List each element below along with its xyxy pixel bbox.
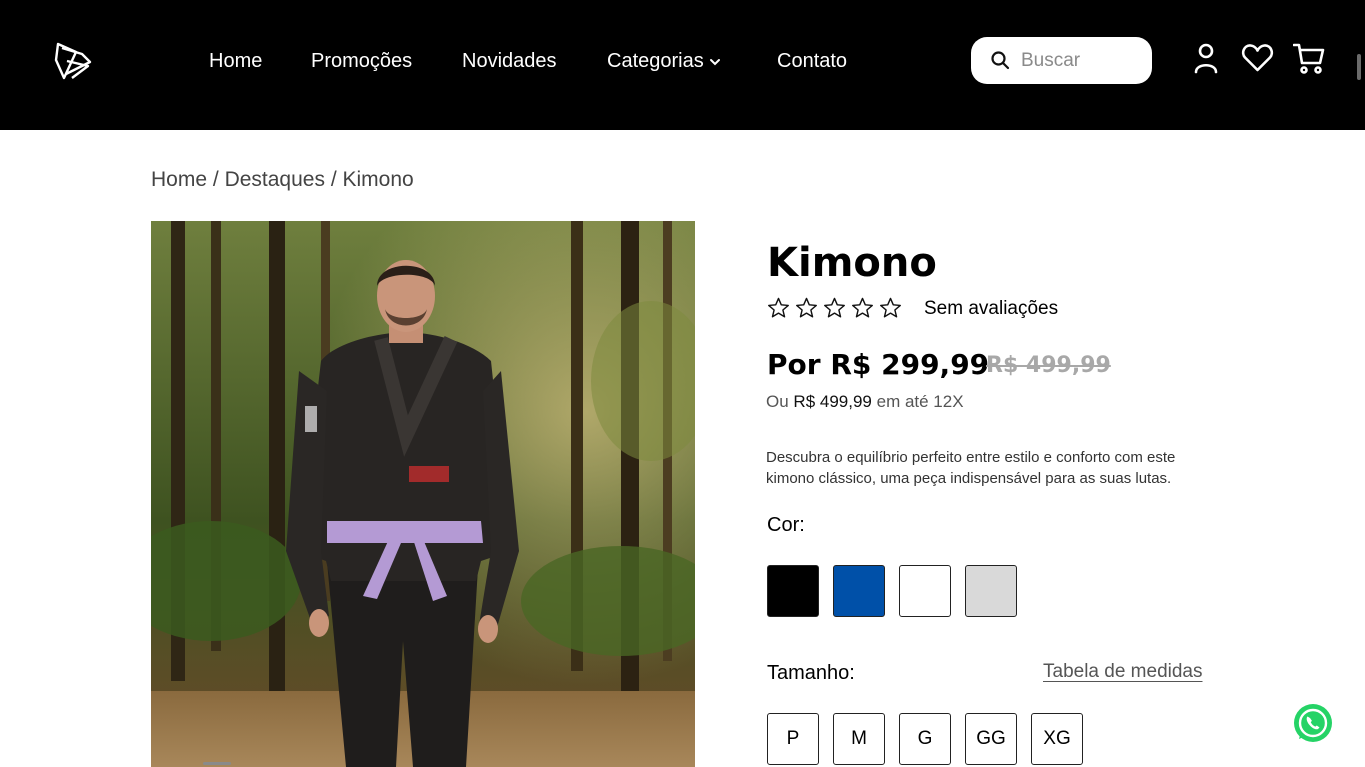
brand-logo-icon[interactable] bbox=[52, 40, 94, 82]
installments-info: Ou R$ 499,99 em até 12X bbox=[766, 391, 964, 413]
star-outline-icon[interactable] bbox=[795, 297, 818, 319]
nav-promocoes[interactable]: Promoções bbox=[311, 48, 412, 74]
size-label: Tamanho: bbox=[767, 662, 855, 684]
color-swatch-white[interactable] bbox=[899, 565, 951, 617]
breadcrumb-current: Kimono bbox=[342, 168, 414, 191]
product-description: Descubra o equilíbrio perfeito entre est… bbox=[766, 449, 1176, 487]
star-outline-icon[interactable] bbox=[851, 297, 874, 319]
search-box bbox=[971, 37, 1152, 84]
color-label: Cor: bbox=[767, 514, 805, 536]
size-option-g[interactable]: G bbox=[899, 713, 951, 765]
chevron-down-icon bbox=[709, 58, 720, 66]
product-photo bbox=[151, 221, 695, 767]
star-outline-icon[interactable] bbox=[767, 297, 790, 319]
cart-icon[interactable] bbox=[1293, 42, 1325, 75]
color-swatch-black[interactable] bbox=[767, 565, 819, 617]
product-image[interactable] bbox=[151, 221, 695, 767]
star-outline-icon[interactable] bbox=[823, 297, 846, 319]
size-chart-link[interactable]: Tabela de medidas bbox=[1043, 660, 1203, 684]
nav-novidades[interactable]: Novidades bbox=[462, 48, 557, 74]
installments-prefix: Ou bbox=[766, 392, 789, 411]
color-swatch-blue[interactable] bbox=[833, 565, 885, 617]
rating-stars[interactable] bbox=[767, 297, 902, 319]
size-option-xg[interactable]: XG bbox=[1031, 713, 1083, 765]
nav-categorias[interactable]: Categorias bbox=[607, 48, 722, 74]
nav-contato[interactable]: Contato bbox=[777, 48, 847, 74]
product-title: Kimono bbox=[767, 240, 937, 286]
site-header: Home Promoções Novidades Categorias Cont… bbox=[0, 0, 1365, 130]
breadcrumb-home[interactable]: Home bbox=[151, 168, 207, 191]
nav-home[interactable]: Home bbox=[209, 48, 262, 74]
heart-icon[interactable] bbox=[1241, 42, 1274, 74]
search-icon[interactable] bbox=[990, 50, 1010, 70]
breadcrumb-separator: / bbox=[330, 168, 337, 191]
size-option-p[interactable]: P bbox=[767, 713, 819, 765]
search-input[interactable] bbox=[1021, 48, 1141, 74]
user-icon[interactable] bbox=[1193, 42, 1219, 74]
current-price: Por R$ 299,99 bbox=[767, 348, 990, 381]
image-carousel-indicator[interactable] bbox=[203, 762, 231, 765]
nav-categorias-label: Categorias bbox=[607, 50, 704, 72]
size-option-m[interactable]: M bbox=[833, 713, 885, 765]
breadcrumb-destaques[interactable]: Destaques bbox=[225, 168, 325, 191]
star-outline-icon[interactable] bbox=[879, 297, 902, 319]
installments-suffix: em até 12X bbox=[876, 392, 964, 411]
breadcrumb: Home / Destaques / Kimono bbox=[151, 167, 414, 193]
old-price: R$ 499,99 bbox=[986, 353, 1111, 378]
installments-amount: R$ 499,99 bbox=[793, 392, 872, 411]
scrollbar-thumb[interactable] bbox=[1357, 54, 1361, 80]
reviews-count[interactable]: Sem avaliações bbox=[924, 297, 1058, 321]
color-swatch-gray[interactable] bbox=[965, 565, 1017, 617]
size-option-gg[interactable]: GG bbox=[965, 713, 1017, 765]
breadcrumb-separator: / bbox=[212, 168, 219, 191]
whatsapp-icon[interactable] bbox=[1291, 701, 1335, 745]
